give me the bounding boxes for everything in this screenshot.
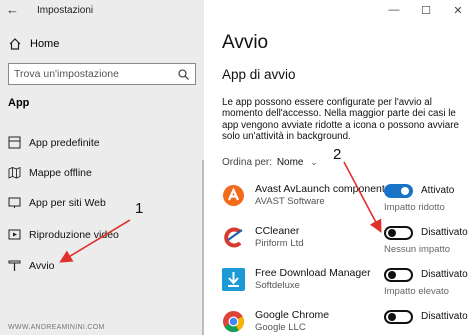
video-playback-icon — [8, 229, 21, 240]
startup-app-row: CCleaner Piriform Ltd Disattivato Nessun… — [222, 224, 474, 258]
annotation-label-2: 2 — [333, 146, 342, 163]
title-bar: ← Impostazioni — ☐ ✕ — [0, 0, 474, 24]
app-name: CCleaner — [255, 225, 300, 237]
chevron-down-icon: ⌄ — [310, 157, 318, 167]
impact-label: Impatto elevato — [384, 286, 449, 297]
sort-value: Nome — [276, 157, 304, 168]
sidebar-item-label: Avvio — [29, 259, 55, 272]
minimize-button[interactable]: — — [378, 0, 410, 20]
back-arrow-icon[interactable]: ← — [6, 2, 19, 17]
startup-app-row: Avast AvLaunch component AVAST Software … — [222, 182, 474, 216]
toggle-knob — [401, 187, 409, 195]
app-publisher: Google LLC — [255, 322, 306, 333]
annotation-label-1: 1 — [135, 200, 144, 217]
toggle-state-label: Disattivato — [421, 269, 468, 280]
startup-toggle[interactable] — [384, 226, 413, 240]
startup-app-row: Google Chrome Google LLC Disattivato — [222, 308, 474, 335]
impact-label: Nessun impatto — [384, 244, 451, 255]
sidebar-item-startup[interactable]: Avvio — [8, 259, 55, 272]
impact-label: Impatto ridotto — [384, 202, 445, 213]
sort-dropdown[interactable]: Ordina per: Nome ⌄ — [222, 157, 318, 168]
app-publisher: Softdeluxe — [255, 280, 300, 291]
window-title: Impostazioni — [37, 5, 94, 16]
search-input[interactable] — [14, 67, 174, 81]
startup-app-row: Free Download Manager Softdeluxe Disatti… — [222, 266, 474, 300]
startup-icon — [8, 260, 21, 271]
free-download-manager-icon — [222, 268, 245, 291]
search-icon[interactable] — [178, 69, 189, 80]
toggle-state-label: Disattivato — [421, 311, 468, 322]
watermark: WWW.ANDREAMININI.COM — [8, 324, 105, 331]
avast-icon — [223, 185, 244, 206]
ccleaner-icon — [222, 226, 245, 249]
sidebar-item-label: Mappe offline — [29, 166, 92, 179]
settings-search-box[interactable] — [8, 63, 196, 85]
section-label-app: App — [8, 97, 30, 109]
sort-label: Ordina per: — [222, 157, 273, 168]
maximize-button[interactable]: ☐ — [410, 0, 442, 20]
sidebar-item-offline-maps[interactable]: Mappe offline — [8, 166, 92, 179]
app-name: Free Download Manager — [255, 267, 371, 279]
sidebar-item-label: App predefinite — [29, 136, 100, 149]
sidebar-item-label: Riproduzione video — [29, 228, 119, 241]
toggle-knob — [388, 271, 396, 279]
startup-toggle[interactable] — [384, 268, 413, 282]
toggle-knob — [388, 229, 396, 237]
section-title: App di avvio — [222, 67, 296, 82]
google-chrome-icon — [223, 311, 245, 333]
app-name: Google Chrome — [255, 309, 330, 321]
app-name: Avast AvLaunch component — [255, 183, 385, 195]
toggle-state-label: Attivato — [421, 185, 455, 196]
sidebar: Home App App predefinite Mappe offline A… — [0, 0, 204, 335]
window-controls: — ☐ ✕ — [378, 0, 474, 20]
toggle-state-label: Disattivato — [421, 227, 468, 238]
page-title: Avvio — [222, 32, 269, 53]
home-nav-item[interactable]: Home — [8, 37, 59, 51]
home-icon — [9, 38, 21, 50]
startup-toggle[interactable] — [384, 184, 413, 198]
apps-for-websites-icon — [8, 197, 21, 208]
app-publisher: AVAST Software — [255, 196, 325, 207]
default-apps-icon — [8, 136, 21, 149]
close-button[interactable]: ✕ — [442, 0, 474, 20]
toggle-knob — [388, 313, 396, 321]
offline-maps-icon — [8, 166, 21, 179]
sidebar-item-video-playback[interactable]: Riproduzione video — [8, 228, 119, 241]
sidebar-item-apps-for-websites[interactable]: App per siti Web — [8, 196, 106, 209]
startup-toggle[interactable] — [384, 310, 413, 324]
sidebar-item-default-apps[interactable]: App predefinite — [8, 136, 100, 149]
app-publisher: Piriform Ltd — [255, 238, 304, 249]
sidebar-item-label: App per siti Web — [29, 196, 106, 209]
home-label: Home — [30, 38, 60, 50]
startup-description: Le app possono essere configurate per l'… — [222, 97, 459, 142]
